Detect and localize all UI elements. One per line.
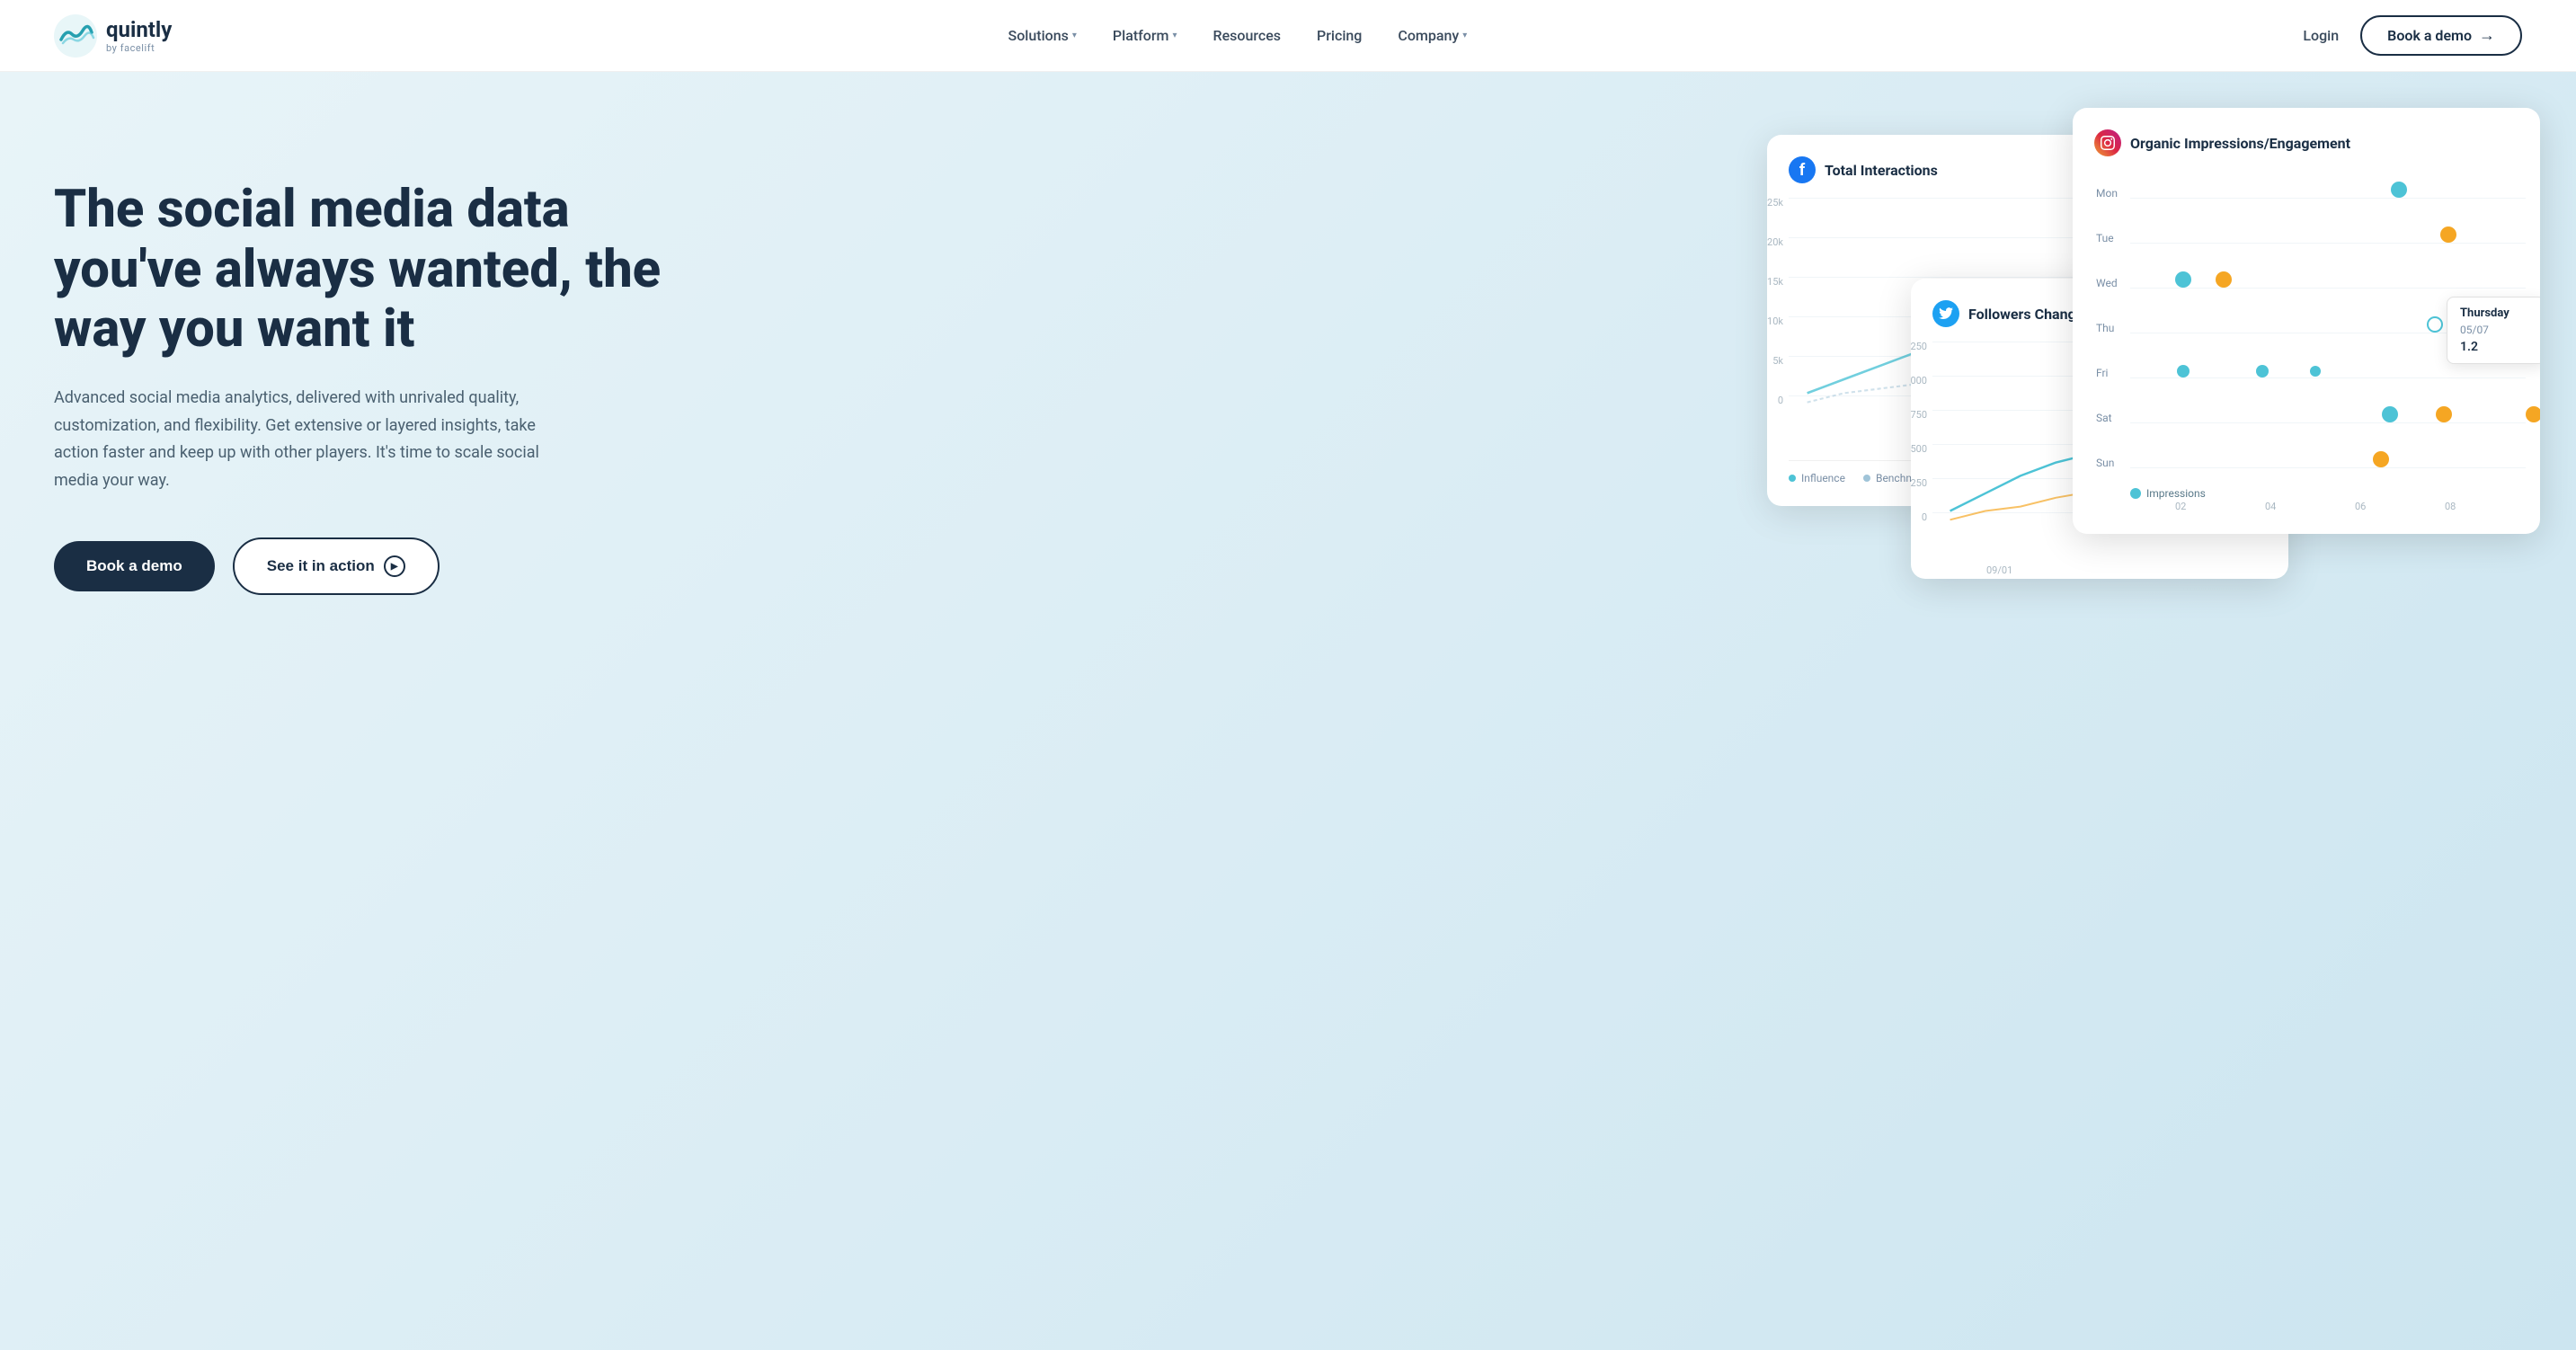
day-mon: Mon: [2096, 187, 2118, 200]
y-label-20k: 20k: [1767, 237, 1789, 247]
instagram-chart-card: Organic Impressions/Engagement Mon Tue W…: [2073, 108, 2540, 534]
y-label-15k: 15k: [1767, 277, 1789, 287]
day-sun: Sun: [2096, 457, 2114, 469]
hero-subtitle: Advanced social media analytics, deliver…: [54, 385, 575, 494]
logo-subtitle: by facelift: [106, 42, 172, 54]
logo-icon: [54, 14, 97, 58]
twitter-icon: [1932, 300, 1959, 327]
y-label-1000: 1000: [1911, 376, 1932, 386]
dot-sat-3: [2526, 406, 2540, 422]
grid-line: [2130, 198, 2526, 199]
dot-tue-1: [2440, 226, 2456, 243]
nav-pricing[interactable]: Pricing: [1317, 27, 1362, 44]
twitter-bird: [1939, 307, 1953, 320]
ig-chart-title: Organic Impressions/Engagement: [2130, 135, 2350, 152]
dot-sat-2: [2436, 406, 2452, 422]
grid-line: [2130, 243, 2526, 244]
legend-influence: Influence: [1789, 472, 1845, 484]
legend-dot-impressions: [2130, 488, 2141, 499]
fb-chart-title: Total Interactions: [1825, 162, 1938, 179]
logo-name: quintly: [106, 17, 172, 42]
y-label-5k: 5k: [1772, 356, 1789, 366]
tooltip-title: Thursday: [2460, 306, 2532, 320]
legend-dot: [1863, 475, 1870, 482]
dot-sat-1: [2382, 406, 2398, 422]
legend-impressions-label: Impressions: [2146, 487, 2206, 500]
legend-label: Influence: [1801, 472, 1845, 484]
nav-company[interactable]: Company ▾: [1398, 27, 1467, 44]
day-fri: Fri: [2096, 367, 2108, 379]
see-in-action-button[interactable]: See it in action ▶: [233, 537, 440, 595]
grid-line: [2130, 467, 2526, 468]
dot-wed-1: [2175, 271, 2191, 288]
ig-chart-area: Mon Tue Wed Thu Fri Sat Sun 02 04 06: [2130, 171, 2540, 512]
legend-dot: [1789, 475, 1796, 482]
day-wed: Wed: [2096, 277, 2118, 289]
arrow-icon: →: [2479, 26, 2495, 45]
day-thu: Thu: [2096, 322, 2114, 334]
x-label-04: 04: [2265, 501, 2276, 512]
grid-line: [2130, 377, 2526, 378]
y-label-250: 250: [1911, 478, 1932, 488]
dot-mon-1: [2391, 182, 2407, 198]
y-label-10k: 10k: [1767, 316, 1789, 326]
login-link[interactable]: Login: [2303, 27, 2339, 44]
navigation: quintly by facelift Solutions ▾ Platform…: [0, 0, 2576, 72]
y-label-750: 750: [1911, 410, 1932, 420]
x-label-06: 06: [2355, 501, 2366, 512]
x-label-08: 08: [2445, 501, 2456, 512]
day-sat: Sat: [2096, 412, 2112, 424]
y-label-500: 500: [1911, 444, 1932, 454]
dot-sun-1: [2373, 451, 2389, 467]
dot-wed-2: [2216, 271, 2232, 288]
grid-line: [2130, 288, 2526, 289]
tooltip-value: 1.2: [2460, 340, 2532, 354]
hero-content: The social media data you've always want…: [54, 144, 665, 595]
play-icon: ▶: [384, 555, 405, 577]
y-label-tw-0: 0: [1922, 512, 1932, 522]
hero-section: The social media data you've always want…: [0, 72, 2576, 1350]
nav-links: Solutions ▾ Platform ▾ Resources Pricing…: [1008, 27, 1468, 44]
x-label-date: 09/01: [1986, 565, 2012, 575]
tooltip-date: 05/07: [2460, 324, 2532, 336]
logo-link[interactable]: quintly by facelift: [54, 14, 172, 58]
tooltip: Thursday 05/07 1.2: [2447, 297, 2540, 364]
instagram-icon: [2094, 129, 2121, 156]
day-tue: Tue: [2096, 232, 2114, 244]
grid-line: [2130, 422, 2526, 423]
ig-legend: Impressions: [2130, 487, 2206, 500]
dot-thu-1: [2427, 316, 2443, 333]
book-demo-button-nav[interactable]: Book a demo →: [2360, 15, 2522, 56]
nav-right: Login Book a demo →: [2303, 15, 2522, 56]
instagram-svg: [2101, 136, 2115, 150]
facebook-icon: f: [1789, 156, 1816, 183]
book-demo-button-hero[interactable]: Book a demo: [54, 541, 215, 591]
x-label-02: 02: [2175, 501, 2186, 512]
nav-resources[interactable]: Resources: [1213, 27, 1282, 44]
hero-buttons: Book a demo See it in action ▶: [54, 537, 665, 595]
hero-title: The social media data you've always want…: [54, 180, 665, 360]
y-label-1250: 1250: [1911, 342, 1932, 351]
hero-charts: f Total Interactions 25k 20k 15k 10k 5k …: [1767, 99, 2576, 674]
nav-platform[interactable]: Platform ▾: [1113, 27, 1177, 44]
dot-fri-1: [2177, 365, 2190, 377]
y-label-0: 0: [1778, 395, 1789, 405]
y-label-25k: 25k: [1767, 198, 1789, 208]
dot-fri-3: [2310, 366, 2321, 377]
dot-fri-2: [2256, 365, 2269, 377]
nav-solutions[interactable]: Solutions ▾: [1008, 27, 1077, 44]
